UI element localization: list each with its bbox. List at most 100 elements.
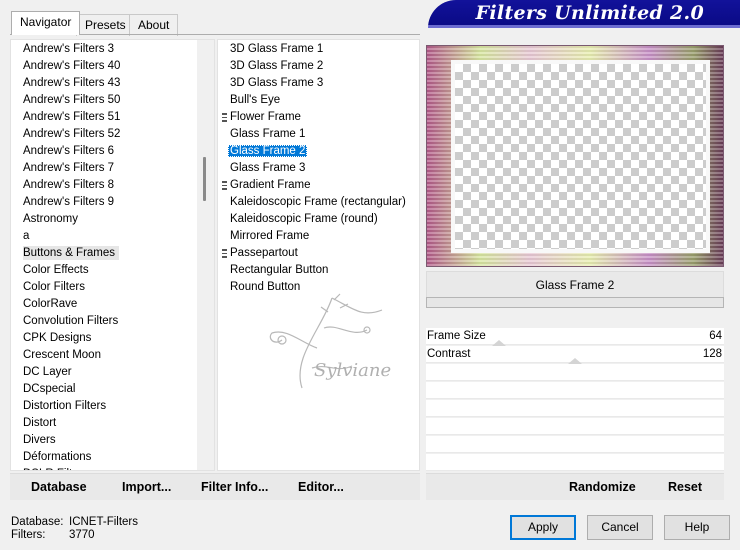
group-marker-icon bbox=[222, 113, 227, 122]
filter-item[interactable]: 3D Glass Frame 1 bbox=[218, 41, 419, 58]
category-label: Crescent Moon bbox=[23, 349, 101, 361]
category-label: Andrew's Filters 9 bbox=[23, 196, 115, 208]
category-label: Déformations bbox=[23, 451, 92, 463]
param-contrast[interactable]: Contrast 128 bbox=[426, 346, 724, 364]
category-label: Andrew's Filters 43 bbox=[23, 77, 121, 89]
category-scroll-thumb[interactable] bbox=[203, 157, 206, 201]
filter-label: Bull's Eye bbox=[230, 94, 281, 106]
category-scrollbar[interactable] bbox=[197, 40, 214, 470]
filter-item[interactable]: Flower Frame bbox=[218, 109, 419, 126]
category-item[interactable]: Convolution Filters bbox=[11, 313, 214, 330]
banner-title: Filters Unlimited 2.0 bbox=[475, 2, 704, 24]
filter-item[interactable]: Glass Frame 1 bbox=[218, 126, 419, 143]
help-button[interactable]: Help bbox=[664, 515, 730, 540]
filter-item[interactable]: 3D Glass Frame 2 bbox=[218, 58, 419, 75]
cancel-button[interactable]: Cancel bbox=[587, 515, 653, 540]
param-label: Frame Size bbox=[427, 330, 486, 342]
category-item[interactable]: DSLR Filters bbox=[11, 466, 214, 470]
category-item[interactable]: Andrew's Filters 51 bbox=[11, 109, 214, 126]
filter-item[interactable]: Glass Frame 2 bbox=[218, 143, 419, 160]
filter-label: Kaleidoscopic Frame (round) bbox=[230, 213, 378, 225]
category-item[interactable]: Andrew's Filters 43 bbox=[11, 75, 214, 92]
category-item[interactable]: DCspecial bbox=[11, 381, 214, 398]
category-item[interactable]: Color Effects bbox=[11, 262, 214, 279]
category-item[interactable]: Andrew's Filters 9 bbox=[11, 194, 214, 211]
category-label: DCspecial bbox=[23, 383, 76, 395]
category-item[interactable]: Distortion Filters bbox=[11, 398, 214, 415]
param-frame-size[interactable]: Frame Size 64 bbox=[426, 328, 724, 346]
category-item[interactable]: Andrew's Filters 3 bbox=[11, 41, 214, 58]
category-item[interactable]: Astronomy bbox=[11, 211, 214, 228]
category-item[interactable]: Andrew's Filters 8 bbox=[11, 177, 214, 194]
current-filter-name: Glass Frame 2 bbox=[426, 271, 724, 298]
filter-label: 3D Glass Frame 1 bbox=[230, 43, 324, 55]
tab-about[interactable]: About bbox=[129, 14, 179, 36]
category-label: CPK Designs bbox=[23, 332, 92, 344]
editor-button[interactable]: Editor... bbox=[298, 480, 344, 494]
tab-presets[interactable]: Presets bbox=[76, 14, 135, 36]
import-button[interactable]: Import... bbox=[122, 480, 171, 494]
filter-item[interactable]: 3D Glass Frame 3 bbox=[218, 75, 419, 92]
category-item[interactable]: ColorRave bbox=[11, 296, 214, 313]
category-item[interactable]: Andrew's Filters 50 bbox=[11, 92, 214, 109]
category-label: Andrew's Filters 3 bbox=[23, 43, 115, 55]
sylviane-watermark: Sylviane bbox=[269, 293, 391, 389]
category-list[interactable]: Andrew's Filters 3 Andrew's Filters 40 And… bbox=[10, 39, 215, 471]
group-marker-icon bbox=[222, 181, 227, 190]
filter-list[interactable]: 3D Glass Frame 1 3D Glass Frame 2 3D Glass… bbox=[217, 39, 420, 471]
category-item[interactable]: DC Layer bbox=[11, 364, 214, 381]
preview-image bbox=[426, 45, 724, 267]
filters-count-label: Filters: bbox=[11, 529, 46, 541]
filter-item[interactable]: Bull's Eye bbox=[218, 92, 419, 109]
category-item[interactable]: Crescent Moon bbox=[11, 347, 214, 364]
database-label: Database: bbox=[11, 516, 64, 528]
param-slot-empty bbox=[426, 400, 724, 417]
category-item[interactable]: a bbox=[11, 228, 214, 245]
category-item[interactable]: Andrew's Filters 6 bbox=[11, 143, 214, 160]
filter-label: Gradient Frame bbox=[230, 179, 311, 191]
category-item[interactable]: Andrew's Filters 40 bbox=[11, 58, 214, 75]
filter-label: 3D Glass Frame 2 bbox=[230, 60, 324, 72]
reset-button[interactable]: Reset bbox=[668, 480, 702, 494]
category-label: a bbox=[23, 230, 30, 242]
filter-label: Passepartout bbox=[230, 247, 298, 259]
apply-button[interactable]: Apply bbox=[510, 515, 576, 540]
filter-item[interactable]: Mirrored Frame bbox=[218, 228, 419, 245]
category-item[interactable]: CPK Designs bbox=[11, 330, 214, 347]
preview-transparency bbox=[451, 60, 710, 253]
category-label: Andrew's Filters 50 bbox=[23, 94, 121, 106]
category-label: Color Filters bbox=[23, 281, 85, 293]
filter-label: Glass Frame 2 bbox=[228, 145, 308, 157]
filter-label: Rectangular Button bbox=[230, 264, 329, 276]
watermark-signature: Sylviane bbox=[314, 360, 391, 381]
filter-label: Mirrored Frame bbox=[230, 230, 310, 242]
category-item[interactable]: Andrew's Filters 7 bbox=[11, 160, 214, 177]
category-item[interactable]: Déformations bbox=[11, 449, 214, 466]
filter-item[interactable]: Rectangular Button bbox=[218, 262, 419, 279]
progress-bar bbox=[426, 297, 724, 308]
tab-navigator[interactable]: Navigator bbox=[11, 11, 81, 35]
filter-label: Flower Frame bbox=[230, 111, 301, 123]
database-button[interactable]: Database bbox=[31, 480, 87, 494]
param-slot-empty bbox=[426, 454, 724, 471]
filter-item[interactable]: Kaleidoscopic Frame (rectangular) bbox=[218, 194, 419, 211]
category-item[interactable]: Distort bbox=[11, 415, 214, 432]
filter-info-button[interactable]: Filter Info... bbox=[201, 480, 268, 494]
category-item[interactable]: Divers bbox=[11, 432, 214, 449]
filter-item[interactable]: Kaleidoscopic Frame (round) bbox=[218, 211, 419, 228]
category-item[interactable]: Andrew's Filters 52 bbox=[11, 126, 214, 143]
category-label: Divers bbox=[23, 434, 56, 446]
category-label: Distort bbox=[23, 417, 57, 429]
param-label: Contrast bbox=[427, 348, 471, 360]
filter-item[interactable]: Passepartout bbox=[218, 245, 419, 262]
category-item[interactable]: Buttons & Frames bbox=[11, 245, 214, 262]
filter-label: Glass Frame 3 bbox=[230, 162, 306, 174]
randomize-button[interactable]: Randomize bbox=[569, 480, 636, 494]
param-slot-empty bbox=[426, 436, 724, 453]
filter-item[interactable]: Gradient Frame bbox=[218, 177, 419, 194]
category-item[interactable]: Color Filters bbox=[11, 279, 214, 296]
filter-item[interactable]: Glass Frame 3 bbox=[218, 160, 419, 177]
category-label: Andrew's Filters 40 bbox=[23, 60, 121, 72]
category-label: Andrew's Filters 8 bbox=[23, 179, 115, 191]
category-label: DSLR Filters bbox=[23, 468, 88, 470]
